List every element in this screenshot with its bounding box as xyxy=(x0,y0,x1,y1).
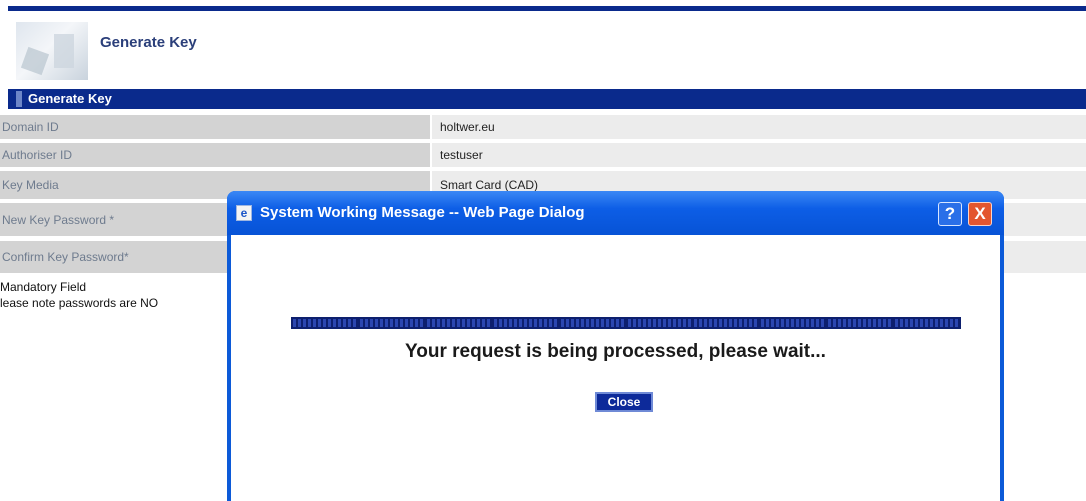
section-title: Generate Key xyxy=(28,91,112,106)
close-window-button[interactable]: X xyxy=(968,202,992,226)
dialog-body: Your request is being processed, please … xyxy=(231,235,1000,501)
top-accent-bar xyxy=(8,6,1086,11)
authoriser-id-value: testuser xyxy=(432,143,1086,167)
domain-id-value: holtwer.eu xyxy=(432,115,1086,139)
processing-message: Your request is being processed, please … xyxy=(405,341,826,362)
logo-image xyxy=(16,22,88,80)
section-header: Generate Key xyxy=(8,89,1086,109)
close-button[interactable]: Close xyxy=(595,392,653,412)
dialog-titlebar[interactable]: e System Working Message -- Web Page Dia… xyxy=(227,191,1004,235)
page-title: Generate Key xyxy=(100,34,197,51)
mandatory-field-note: Mandatory Field xyxy=(0,280,87,294)
form-row-authoriser-id: Authoriser ID testuser xyxy=(0,143,1086,167)
password-note: lease note passwords are NO xyxy=(0,296,159,310)
dialog-title: System Working Message -- Web Page Dialo… xyxy=(260,204,585,221)
progress-bar xyxy=(291,317,961,329)
domain-id-label: Domain ID xyxy=(0,115,430,139)
form-row-domain-id: Domain ID holtwer.eu xyxy=(0,115,1086,139)
dialog-app-icon: e xyxy=(236,205,252,221)
system-working-dialog: e System Working Message -- Web Page Dia… xyxy=(227,191,1004,501)
help-button[interactable]: ? xyxy=(938,202,962,226)
authoriser-id-label: Authoriser ID xyxy=(0,143,430,167)
